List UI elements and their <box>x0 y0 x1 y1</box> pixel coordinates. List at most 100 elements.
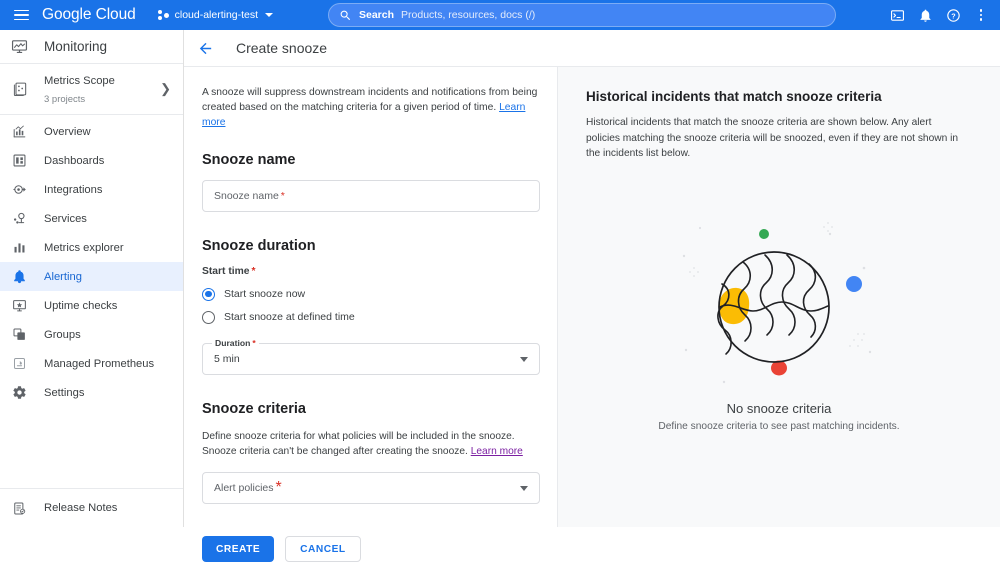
snooze-form-pane: A snooze will suppress downstream incide… <box>184 67 558 562</box>
dashboards-icon <box>11 152 28 169</box>
historical-incidents-pane: Historical incidents that match snooze c… <box>558 67 1000 527</box>
radio-start-snooze-at-defined-time[interactable]: Start snooze at defined time <box>202 307 539 327</box>
chevron-right-icon: ❯ <box>160 81 171 96</box>
sidebar-item-label: Alerting <box>44 270 82 283</box>
duration-select[interactable]: Duration * 5 min <box>202 338 540 375</box>
duration-label-text: Duration <box>215 338 251 348</box>
criteria-copy: Define snooze criteria for what policies… <box>202 431 515 457</box>
sidebar-item-label: Settings <box>44 386 85 399</box>
form-actions: CREATE CANCEL <box>202 536 539 562</box>
alert-policies-placeholder: Alert policies <box>214 482 274 494</box>
radio-label: Start snooze at defined time <box>224 311 355 323</box>
empty-state: No snooze criteria Define snooze criteri… <box>558 212 1000 432</box>
metrics-scope-subtitle: 3 projects <box>44 94 86 105</box>
required-marker: * <box>280 190 285 202</box>
gear-icon <box>11 384 28 401</box>
groups-icon <box>11 326 28 343</box>
metrics-scope-title: Metrics Scope <box>44 75 115 87</box>
search-icon <box>340 10 351 20</box>
monitoring-product-icon <box>11 38 28 55</box>
planet-illustration <box>682 222 872 384</box>
product-title-row: Monitoring <box>0 30 183 64</box>
required-marker: * <box>275 479 282 496</box>
radio-unselected-icon <box>202 310 215 324</box>
notifications-bell-icon[interactable] <box>912 2 938 28</box>
cloud-shell-icon[interactable] <box>884 2 910 28</box>
hamburger-menu-icon[interactable] <box>6 0 36 30</box>
services-icon <box>11 210 28 227</box>
search-label: Search <box>359 9 395 21</box>
metrics-scope-selector[interactable]: Metrics Scope 3 projects ❯ <box>0 64 183 115</box>
google-cloud-logo[interactable]: Google Cloud <box>42 6 136 24</box>
form-intro-text: A snooze will suppress downstream incide… <box>202 85 539 130</box>
project-selector[interactable]: cloud-alerting-test <box>154 4 277 26</box>
criteria-helper-text: Define snooze criteria for what policies… <box>202 429 539 459</box>
sidebar-item-label: Overview <box>44 125 91 138</box>
snooze-duration-heading: Snooze duration <box>202 238 316 254</box>
sidebar-item-services[interactable]: Services <box>0 204 183 233</box>
svg-text:?: ? <box>951 12 955 20</box>
project-name-label: cloud-alerting-test <box>174 9 259 21</box>
sidebar-item-label: Uptime checks <box>44 299 118 312</box>
bar-chart-icon <box>11 239 28 256</box>
left-navigation-sidebar: Monitoring Metrics Scope 3 projects ❯ Ov… <box>0 30 184 527</box>
sidebar-item-metrics-explorer[interactable]: Metrics explorer <box>0 233 183 262</box>
snooze-name-input[interactable]: Snooze name * <box>202 180 540 212</box>
sidebar-item-alerting[interactable]: Alerting <box>0 262 183 291</box>
chevron-down-icon <box>265 13 274 17</box>
snooze-name-heading: Snooze name <box>202 152 296 168</box>
sidebar-footer: Release Notes <box>0 488 183 527</box>
page-title: Create snooze <box>236 40 328 56</box>
chevron-down-icon <box>520 486 528 491</box>
criteria-learn-more-link[interactable]: Learn more <box>471 446 523 457</box>
sidebar-item-groups[interactable]: Groups <box>0 320 183 349</box>
green-dot <box>759 229 769 239</box>
alert-policies-select[interactable]: Alert policies * <box>202 472 540 504</box>
snooze-criteria-heading: Snooze criteria <box>202 401 306 417</box>
sidebar-item-label: Managed Prometheus <box>44 357 155 370</box>
monitor-check-icon <box>11 297 28 314</box>
chevron-down-icon <box>520 357 528 362</box>
start-time-text: Start time <box>202 266 250 277</box>
snooze-name-placeholder: Snooze name <box>214 190 279 202</box>
historical-incidents-description: Historical incidents that match the snoo… <box>586 117 959 159</box>
top-app-bar: Google Cloud cloud-alerting-test Search … <box>0 0 1000 30</box>
metrics-scope-text: Metrics Scope 3 projects <box>44 71 144 107</box>
global-search-input[interactable]: Search Products, resources, docs (/) <box>328 3 836 27</box>
help-icon[interactable]: ? <box>940 2 966 28</box>
radio-label: Start snooze now <box>224 288 306 300</box>
sidebar-item-dashboards[interactable]: Dashboards <box>0 146 183 175</box>
empty-state-subtitle: Define snooze criteria to see past match… <box>658 421 900 432</box>
sidebar-item-label: Release Notes <box>44 502 118 514</box>
create-button[interactable]: CREATE <box>202 536 275 562</box>
duration-selected-value: 5 min <box>214 353 240 365</box>
release-notes-icon <box>11 500 28 517</box>
sidebar-item-managed-prometheus[interactable]: Managed Prometheus <box>0 349 183 378</box>
integrations-icon <box>11 181 28 198</box>
sidebar-item-release-notes[interactable]: Release Notes <box>0 489 183 527</box>
sidebar-item-label: Dashboards <box>44 154 105 167</box>
back-arrow-icon[interactable] <box>197 40 214 57</box>
historical-incidents-title: Historical incidents that match snooze c… <box>586 89 882 104</box>
more-options-icon[interactable] <box>968 2 994 28</box>
prometheus-icon <box>11 355 28 372</box>
start-time-label: Start time * <box>202 266 539 277</box>
sidebar-item-integrations[interactable]: Integrations <box>0 175 183 204</box>
sidebar-item-uptime-checks[interactable]: Uptime checks <box>0 291 183 320</box>
metrics-scope-icon <box>11 81 28 98</box>
search-placeholder: Products, resources, docs (/) <box>401 9 536 21</box>
sidebar-item-label: Groups <box>44 328 81 341</box>
sidebar-nav-list: Overview Dashboards Integrations Service… <box>0 115 183 407</box>
sidebar-item-overview[interactable]: Overview <box>0 117 183 146</box>
project-dots-icon <box>157 9 170 21</box>
cancel-button[interactable]: CANCEL <box>285 536 361 562</box>
content-split: A snooze will suppress downstream incide… <box>184 67 1000 562</box>
blue-dot <box>846 276 862 292</box>
bell-icon <box>11 268 28 285</box>
radio-start-snooze-now[interactable]: Start snooze now <box>202 284 539 304</box>
radio-selected-icon <box>202 287 215 301</box>
page-header: Create snooze <box>184 30 1000 67</box>
sidebar-item-settings[interactable]: Settings <box>0 378 183 407</box>
sidebar-item-label: Integrations <box>44 183 103 196</box>
